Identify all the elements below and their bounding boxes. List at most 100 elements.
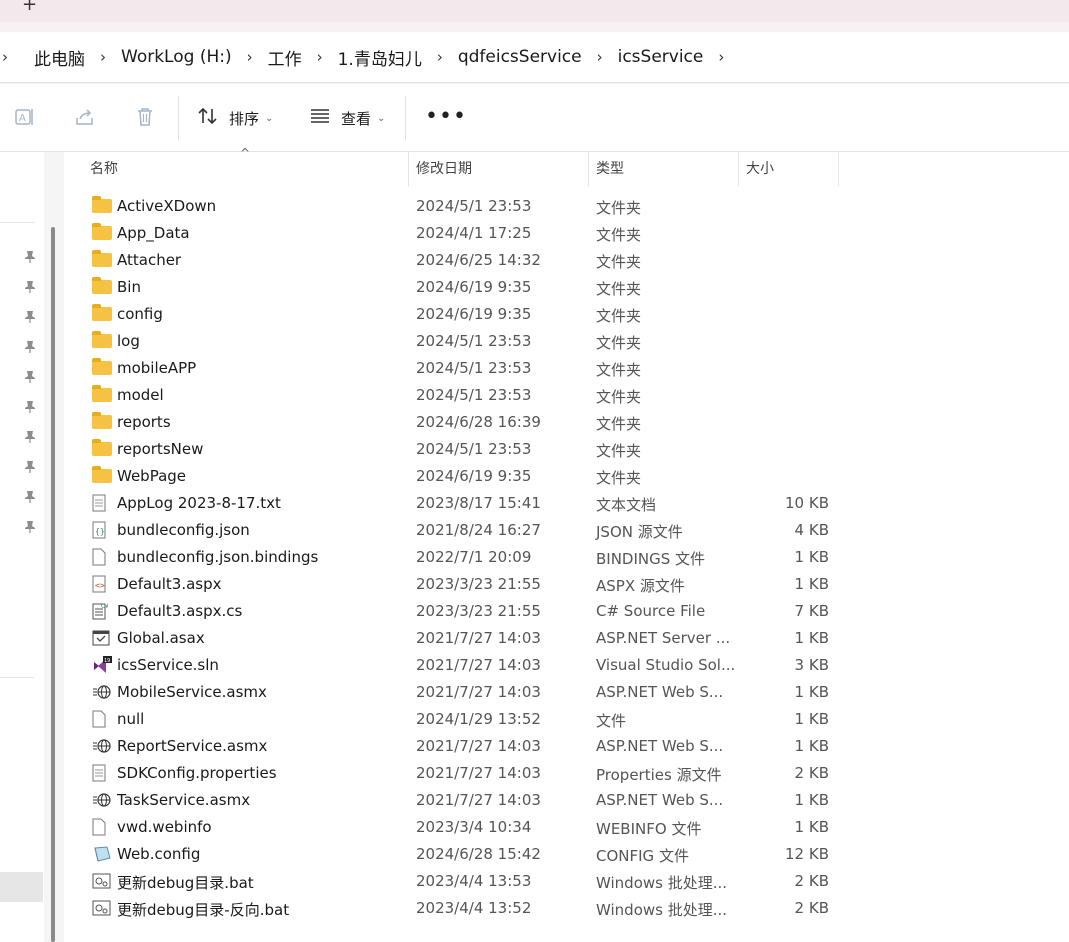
file-date: 2022/7/1 20:09 bbox=[416, 548, 532, 566]
pin-icon[interactable] bbox=[24, 430, 38, 446]
breadcrumb-item[interactable]: WorkLog (H:) bbox=[121, 47, 232, 67]
file-row[interactable]: Bin 2024/6/19 9:35 文件夹 bbox=[64, 274, 1069, 301]
file-row[interactable]: <> Default3.aspx 2023/3/23 21:55 ASPX 源文件 1 … bbox=[64, 571, 1069, 598]
breadcrumb-item[interactable]: 此电脑 bbox=[34, 45, 85, 70]
file-row[interactable]: reports 2024/6/28 16:39 文件夹 bbox=[64, 409, 1069, 436]
pin-icon[interactable] bbox=[24, 250, 38, 266]
chevron-right-icon[interactable]: › bbox=[582, 48, 618, 66]
breadcrumb-item[interactable]: 工作 bbox=[268, 45, 302, 70]
view-button[interactable]: 查看 ⌄ bbox=[309, 104, 385, 132]
pin-icon[interactable] bbox=[24, 400, 38, 416]
delete-icon[interactable] bbox=[133, 106, 157, 130]
chevron-right-icon[interactable]: › bbox=[232, 48, 268, 66]
file-row[interactable]: MobileService.asmx 2021/7/27 14:03 ASP.NET… bbox=[64, 679, 1069, 706]
file-type: Windows 批处理... bbox=[596, 901, 728, 919]
file-row[interactable]: C# Default3.aspx.cs 2023/3/23 21:55 C# Sour… bbox=[64, 598, 1069, 625]
column-header-type[interactable]: 类型 bbox=[588, 152, 739, 186]
pin-icon[interactable] bbox=[24, 370, 38, 386]
pin-icon[interactable] bbox=[24, 490, 38, 506]
folder-icon bbox=[92, 304, 112, 321]
json-file-icon: {} bbox=[92, 521, 112, 539]
text-file-icon bbox=[92, 494, 112, 512]
file-row[interactable]: TaskService.asmx 2021/7/27 14:03 ASP.NET W… bbox=[64, 787, 1069, 814]
nav-selected-item[interactable] bbox=[0, 872, 43, 902]
file-row[interactable]: WebPage 2024/6/19 9:35 文件夹 bbox=[64, 463, 1069, 490]
batch-file-icon bbox=[92, 899, 112, 917]
chevron-right-icon[interactable]: › bbox=[422, 48, 458, 66]
file-row[interactable]: model 2024/5/1 23:53 文件夹 bbox=[64, 382, 1069, 409]
file-row[interactable]: ReportService.asmx 2021/7/27 14:03 ASP.NET… bbox=[64, 733, 1069, 760]
breadcrumb[interactable]: › 此电脑 › WorkLog (H:) › 工作 › 1.青岛妇儿 › qdf… bbox=[0, 32, 1069, 83]
file-name: WebPage bbox=[117, 467, 187, 485]
file-size: 3 KB bbox=[794, 656, 829, 674]
file-row[interactable]: bundleconfig.json.bindings 2022/7/1 20:09… bbox=[64, 544, 1069, 571]
more-options-button[interactable]: ••• bbox=[425, 104, 467, 129]
sort-button[interactable]: 排序 ⌄ bbox=[197, 104, 273, 132]
file-date: 2021/8/24 16:27 bbox=[416, 521, 541, 539]
file-row[interactable]: reportsNew 2024/5/1 23:53 文件夹 bbox=[64, 436, 1069, 463]
breadcrumb-item[interactable]: qdfeicsService bbox=[458, 47, 582, 67]
file-row[interactable]: ActiveXDown 2024/5/1 23:53 文件夹 bbox=[64, 193, 1069, 220]
file-row[interactable]: mobileAPP 2024/5/1 23:53 文件夹 bbox=[64, 355, 1069, 382]
file-name: reportsNew bbox=[117, 440, 204, 458]
pin-icon[interactable] bbox=[24, 310, 38, 326]
folder-icon bbox=[92, 412, 112, 429]
pin-icon[interactable] bbox=[24, 460, 38, 476]
pin-icon[interactable] bbox=[24, 340, 38, 356]
toolbar-divider bbox=[405, 96, 406, 140]
file-type: 文件夹 bbox=[596, 469, 642, 487]
breadcrumb-item[interactable]: icsService bbox=[618, 47, 704, 67]
column-header-size[interactable]: 大小 bbox=[738, 152, 839, 186]
chevron-right-icon[interactable]: › bbox=[703, 48, 739, 66]
file-name: Global.asax bbox=[117, 629, 205, 647]
share-icon[interactable] bbox=[73, 106, 97, 130]
file-size: 1 KB bbox=[794, 818, 829, 836]
file-size: 4 KB bbox=[794, 521, 829, 539]
pin-icon[interactable] bbox=[24, 520, 38, 536]
file-name: Web.config bbox=[117, 845, 201, 863]
csharp-file-icon: C# bbox=[92, 602, 112, 620]
column-header-date[interactable]: 修改日期 bbox=[408, 152, 589, 186]
folder-icon bbox=[92, 358, 112, 375]
file-row[interactable]: App_Data 2024/4/1 17:25 文件夹 bbox=[64, 220, 1069, 247]
breadcrumb-item[interactable]: 1.青岛妇儿 bbox=[338, 45, 422, 70]
file-row[interactable]: 更新debug目录-反向.bat 2023/4/4 13:52 Windows 批处… bbox=[64, 895, 1069, 922]
pin-icon[interactable] bbox=[24, 280, 38, 296]
chevron-right-icon[interactable]: › bbox=[2, 48, 16, 66]
chevron-right-icon[interactable]: › bbox=[85, 48, 121, 66]
chevron-right-icon[interactable]: › bbox=[302, 48, 338, 66]
file-row[interactable]: Global.asax 2021/7/27 14:03 ASP.NET Server… bbox=[64, 625, 1069, 652]
file-row[interactable]: 19 icsService.sln 2021/7/27 14:03 Visual St… bbox=[64, 652, 1069, 679]
file-type: 文件夹 bbox=[596, 307, 642, 325]
file-row[interactable]: Attacher 2024/6/25 14:32 文件夹 bbox=[64, 247, 1069, 274]
file-name: icsService.sln bbox=[117, 656, 219, 674]
file-date: 2021/7/27 14:03 bbox=[416, 764, 541, 782]
folder-icon bbox=[92, 466, 112, 483]
new-tab-button[interactable]: + bbox=[22, 0, 37, 15]
file-date: 2024/5/1 23:53 bbox=[416, 440, 532, 458]
file-row[interactable]: log 2024/5/1 23:53 文件夹 bbox=[64, 328, 1069, 355]
sort-label: 排序 bbox=[229, 109, 260, 128]
file-type: BINDINGS 文件 bbox=[596, 550, 706, 568]
file-row[interactable]: AppLog 2023-8-17.txt 2023/8/17 15:41 文本文档 1… bbox=[64, 490, 1069, 517]
file-type: 文本文档 bbox=[596, 496, 657, 514]
column-header-name[interactable]: 名称 bbox=[82, 152, 409, 186]
rename-icon[interactable]: A bbox=[13, 106, 37, 130]
file-size: 12 KB bbox=[785, 845, 829, 863]
file-row[interactable]: 更新debug目录.bat 2023/4/4 13:53 Windows 批处理..… bbox=[64, 868, 1069, 895]
file-row[interactable]: SDKConfig.properties 2021/7/27 14:03 Prope… bbox=[64, 760, 1069, 787]
toolbar-divider bbox=[178, 96, 179, 140]
asax-file-icon bbox=[92, 629, 112, 647]
file-size: 2 KB bbox=[794, 872, 829, 890]
file-date: 2021/7/27 14:03 bbox=[416, 737, 541, 755]
file-row[interactable]: config 2024/6/19 9:35 文件夹 bbox=[64, 301, 1069, 328]
file-row[interactable]: {} bundleconfig.json 2021/8/24 16:27 JSON 源… bbox=[64, 517, 1069, 544]
nav-scrollbar[interactable] bbox=[51, 227, 55, 942]
svg-text:<>: <> bbox=[95, 581, 105, 590]
tab-strip: + bbox=[0, 0, 1069, 22]
file-name: null bbox=[117, 710, 145, 728]
file-row[interactable]: Web.config 2024/6/28 15:42 CONFIG 文件 12 KB bbox=[64, 841, 1069, 868]
file-row[interactable]: vwd.webinfo 2023/3/4 10:34 WEBINFO 文件 1 KB bbox=[64, 814, 1069, 841]
file-date: 2024/1/29 13:52 bbox=[416, 710, 541, 728]
file-row[interactable]: null 2024/1/29 13:52 文件 1 KB bbox=[64, 706, 1069, 733]
